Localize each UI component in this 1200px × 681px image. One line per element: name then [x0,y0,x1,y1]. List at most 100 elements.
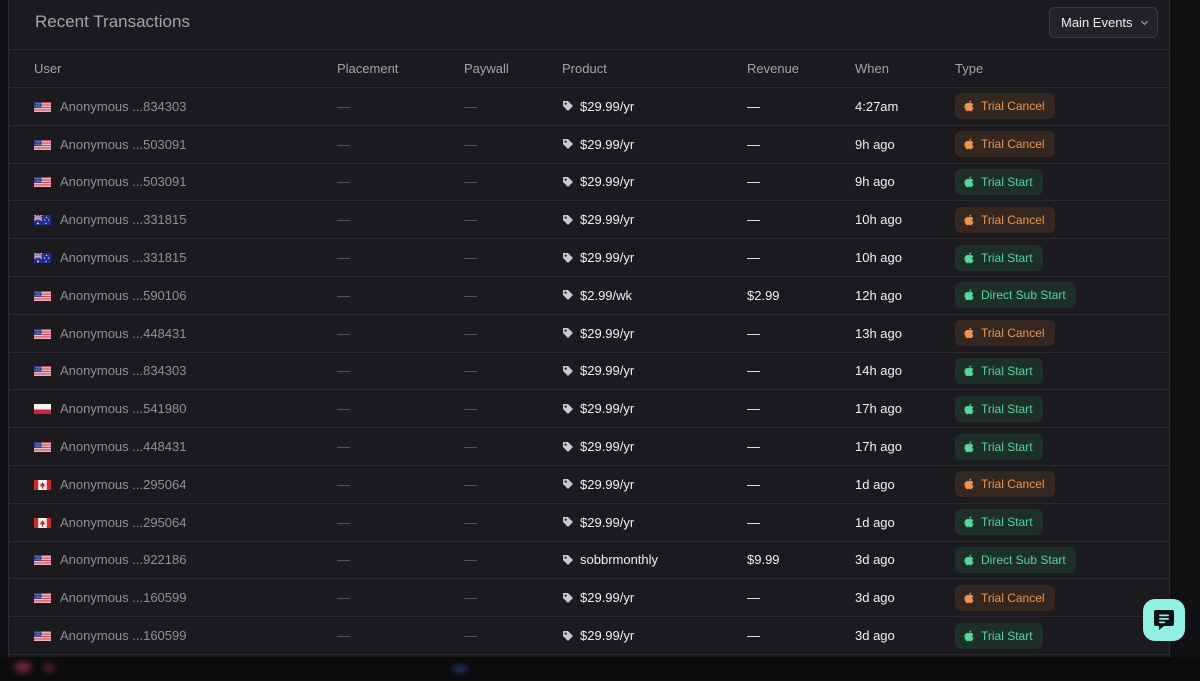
user-cell: Anonymous ...160599 [34,579,186,616]
paywall-cell: — [464,88,477,125]
revenue-cell: — [747,504,760,541]
paywall-cell: — [464,126,477,163]
product-cell: $29.99/yr [562,466,634,503]
tag-icon [563,214,573,225]
us-flag-icon [34,630,51,642]
product-value: $29.99/yr [580,439,635,455]
user-name[interactable]: Anonymous ...160599 [60,628,186,643]
product-cell: $29.99/yr [562,390,634,427]
user-name[interactable]: Anonymous ...295064 [60,477,186,492]
user-name[interactable]: Anonymous ...448431 [60,326,186,341]
table-row-8[interactable]: Anonymous ...834303 — — $29.99/yr — 14h … [9,353,1169,391]
pl-flag-icon [34,403,51,415]
table-row-5[interactable]: Anonymous ...331815 — — $29.99/yr — 10h … [9,239,1169,277]
user-name[interactable]: Anonymous ...590106 [60,288,186,303]
user-name[interactable]: Anonymous ...503091 [60,174,186,189]
table-row-2[interactable]: Anonymous ...503091 — — $29.99/yr — 9h a… [9,126,1169,164]
revenue-value: — [747,250,760,266]
type-label: Direct Sub Start [981,288,1066,303]
apple-icon [964,289,974,301]
when-cell: 3d ago [855,542,895,579]
user-cell: Anonymous ...160599 [34,617,186,654]
type-label: Trial Start [981,174,1033,189]
when-cell: 4:27am [855,88,898,125]
table-row-6[interactable]: Anonymous ...590106 — — $2.99/wk $2.99 1… [9,277,1169,315]
chat-support-button[interactable] [1143,599,1185,641]
column-header-paywall[interactable]: Paywall [464,61,509,76]
tag-icon [563,479,573,490]
apple-icon [964,478,974,490]
user-cell: Anonymous ...541980 [34,390,186,427]
user-name[interactable]: Anonymous ...160599 [60,590,186,605]
table-row-14[interactable]: Anonymous ...160599 — — $29.99/yr — 3d a… [9,579,1169,618]
type-cell: Trial Cancel [955,126,1055,163]
column-header-placement[interactable]: Placement [337,61,398,76]
table-row-13[interactable]: Anonymous ...922186 — — sobbrmonthly $9.… [9,542,1169,580]
apple-icon [964,441,974,452]
column-header-user[interactable]: User [34,61,61,76]
revenue-cell: — [747,201,760,238]
placement-cell: — [337,617,350,654]
user-name[interactable]: Anonymous ...503091 [60,137,186,152]
events-filter-dropdown[interactable]: Main Events [1049,7,1158,38]
us-flag-icon [34,554,51,566]
placement-value: — [337,136,350,152]
placement-value: — [337,514,350,530]
user-name[interactable]: Anonymous ...295064 [60,515,186,530]
us-flag-icon [34,592,51,604]
type-badge: Trial Cancel [955,93,1055,120]
column-header-type[interactable]: Type [955,61,983,76]
type-cell: Trial Start [955,239,1043,276]
user-name[interactable]: Anonymous ...922186 [60,552,186,567]
user-name[interactable]: Anonymous ...331815 [60,212,186,227]
placement-cell: — [337,504,350,541]
panel-header: Recent Transactions Main Events [9,0,1169,50]
revenue-cell: — [747,353,760,390]
user-name[interactable]: Anonymous ...541980 [60,401,186,416]
table-row-7[interactable]: Anonymous ...448431 — — $29.99/yr — 13h … [9,315,1169,353]
apple-icon [964,403,974,414]
type-cell: Direct Sub Start [955,277,1076,314]
column-header-product[interactable]: Product [562,61,607,76]
user-name[interactable]: Anonymous ...834303 [60,99,186,114]
when-cell: 17h ago [855,428,902,465]
apple-icon [964,252,974,263]
user-name[interactable]: Anonymous ...448431 [60,439,186,454]
paywall-cell: — [464,353,477,390]
table-row-9[interactable]: Anonymous ...541980 — — $29.99/yr — 17h … [9,390,1169,429]
apple-icon [964,516,974,528]
table-row-15[interactable]: Anonymous ...160599 — — $29.99/yr — 3d a… [9,617,1169,655]
revenue-value: — [747,174,760,190]
tag-icon [563,554,573,565]
product-cell: $29.99/yr [562,428,634,465]
user-cell: Anonymous ...503091 [34,126,186,163]
paywall-value: — [464,98,477,114]
table-row-12[interactable]: Anonymous ...295064 — — $29.99/yr — 1d a… [9,504,1169,542]
user-name[interactable]: Anonymous ...331815 [60,250,186,265]
placement-cell: — [337,239,350,276]
table-row-11[interactable]: Anonymous ...295064 — — $29.99/yr — 1d a… [9,466,1169,504]
revenue-value: — [747,363,760,379]
table-row-1[interactable]: Anonymous ...834303 — — $29.99/yr — 4:27… [9,88,1169,126]
placement-cell: — [337,315,350,352]
table-row-10[interactable]: Anonymous ...448431 — — $29.99/yr — 17h … [9,428,1169,466]
revenue-cell: — [747,390,760,427]
table-row-4[interactable]: Anonymous ...331815 — — $29.99/yr — 10h … [9,201,1169,240]
table-row-3[interactable]: Anonymous ...503091 — — $29.99/yr — 9h a… [9,164,1169,202]
product-value: $29.99/yr [580,174,635,190]
type-cell: Trial Cancel [955,201,1055,238]
column-header-revenue[interactable]: Revenue [747,61,799,76]
revenue-value: — [747,401,760,417]
column-header-when[interactable]: When [855,61,889,76]
product-cell: $29.99/yr [562,617,634,654]
tag-icon [563,365,573,376]
tag-icon [563,101,573,112]
user-name[interactable]: Anonymous ...834303 [60,363,186,378]
type-cell: Direct Sub Start [955,542,1076,579]
type-cell: Trial Start [955,390,1043,427]
type-label: Trial Start [981,401,1033,416]
type-label: Trial Start [981,250,1033,265]
when-value: 1d ago [855,476,895,492]
placement-value: — [337,325,350,341]
type-badge: Trial Cancel [955,471,1055,498]
